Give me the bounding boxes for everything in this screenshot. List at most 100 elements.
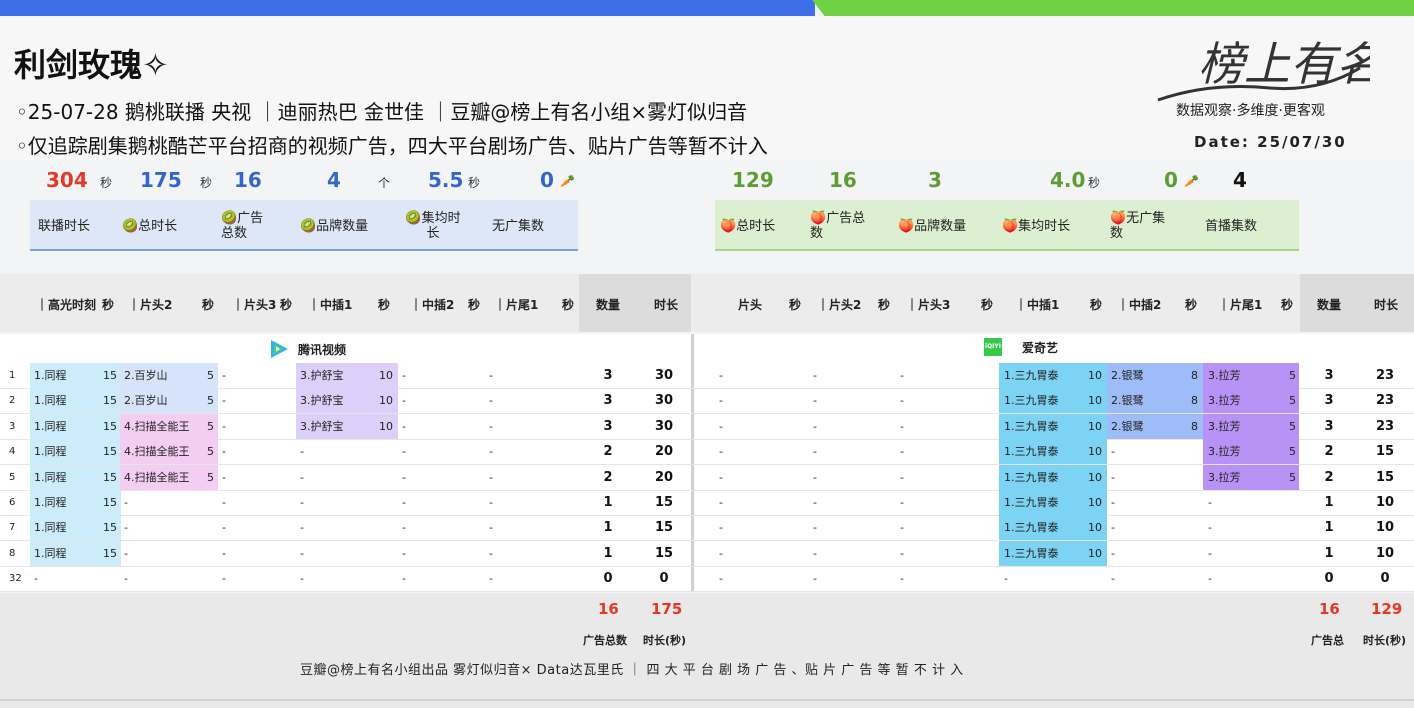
label-ad-total-right: 🍑广告总数 [810, 211, 866, 241]
ad-brand: - [402, 496, 406, 509]
ad-brand: - [489, 521, 493, 535]
column-header-right: ｜中插2 [1117, 298, 1162, 312]
row-total-left: 30 [654, 393, 674, 409]
column-header-left: ｜中插1 [308, 298, 353, 312]
top-accent-bar-green [812, 0, 1414, 16]
ad-seconds: 10 [379, 419, 393, 433]
ad-brand: - [489, 445, 493, 459]
ad-seconds: 5 [1289, 419, 1296, 433]
ad-seconds: 5 [207, 470, 214, 484]
episode-number: 5 [9, 471, 16, 483]
ad-brand: 3.拉芳 [1208, 419, 1241, 433]
page-title: 利剑玫瑰✧ [14, 46, 169, 84]
ad-brand: 1.同程 [34, 445, 67, 459]
row-ad-count-right: 3 [1324, 393, 1334, 409]
ad-brand: - [1111, 445, 1115, 459]
platform-iqiyi: iQIYI 爱奇艺 [984, 338, 1058, 356]
ad-seconds: 5 [207, 419, 214, 433]
ad-seconds: 8 [1191, 419, 1198, 433]
column-header-right: 时长 [1374, 298, 1399, 312]
ad-brand: 1.三九胃泰 [1004, 394, 1059, 408]
label-total-length: 🥝总时长 [122, 219, 178, 234]
row-total-right: 10 [1375, 520, 1395, 536]
ad-brand: - [222, 546, 226, 560]
ad-brand: 1.同程 [34, 369, 67, 382]
ad-brand: 1.同程 [34, 470, 67, 484]
stat-broadcast-length: 304 [46, 168, 88, 192]
row-ad-count-left: 1 [603, 520, 613, 536]
ad-seconds: 10 [1088, 546, 1102, 560]
ad-brand: 2.银鹭 [1111, 419, 1144, 433]
ad-seconds: 10 [379, 394, 393, 408]
ad-brand: - [719, 470, 723, 484]
column-header-left: ｜高光时刻 [36, 298, 97, 312]
ad-brand: - [222, 394, 226, 408]
ad-seconds: 15 [103, 496, 117, 509]
ad-brand: - [1111, 496, 1115, 509]
episode-number: 1 [9, 370, 16, 381]
stat-ad-total: 16 [234, 168, 262, 192]
ad-seconds: 5 [207, 369, 214, 382]
ad-seconds: 15 [103, 546, 117, 560]
ad-brand: - [1208, 496, 1212, 509]
row-total-left: 20 [654, 444, 674, 460]
row-ad-count-left: 2 [603, 444, 613, 460]
column-header-right: ｜片尾1 [1218, 298, 1263, 312]
ad-seconds: 5 [1289, 369, 1296, 382]
ad-seconds: 8 [1191, 394, 1198, 408]
stat-unit: 秒 [100, 176, 113, 190]
row-total-right: 15 [1375, 469, 1395, 485]
ad-brand: - [300, 496, 304, 509]
column-header-left: ｜片头2 [128, 298, 173, 312]
ad-brand: - [300, 546, 304, 560]
ad-seconds: 5 [1289, 445, 1296, 459]
footer-left-total-label: 时长(秒) [643, 634, 687, 647]
row-divider [0, 540, 1414, 542]
ad-brand: - [900, 470, 904, 484]
label-broadcast-length: 联播时长 [38, 219, 91, 234]
ad-seconds: 10 [1088, 394, 1102, 408]
ad-brand: - [124, 572, 128, 586]
row-ad-count-left: 3 [603, 418, 613, 434]
ad-brand: - [719, 521, 723, 535]
ad-seconds: 15 [103, 369, 117, 382]
ad-seconds: 10 [1088, 496, 1102, 509]
ad-brand: - [900, 369, 904, 382]
ad-brand: - [813, 470, 817, 484]
ad-brand: - [124, 521, 128, 535]
footer-left-count-label: 广告总数 [583, 634, 627, 647]
footer-right-total-label: 时长(秒) [1363, 634, 1407, 647]
stat-ad-total-right: 16 [829, 168, 857, 192]
ad-brand: - [1208, 572, 1212, 586]
episode-number: 3 [9, 420, 16, 432]
label-avg-length: 🥝集均时长 [405, 211, 461, 241]
column-header-left: ｜片头3 [232, 298, 277, 312]
stat-total-length: 175 [140, 168, 182, 192]
stat-unit: 秒 [200, 176, 213, 190]
tencent-video-icon [271, 340, 288, 358]
carrot-icon: 🥕 [560, 174, 575, 188]
stat-brand-count: 4 [327, 168, 341, 192]
row-ad-count-left: 3 [603, 368, 613, 383]
ad-brand: - [813, 572, 817, 586]
row-ad-count-right: 2 [1324, 469, 1334, 485]
row-total-left: 30 [654, 368, 674, 383]
ad-brand: 1.同程 [34, 521, 67, 535]
ad-brand: 2.银鹭 [1111, 394, 1144, 408]
ad-brand: - [402, 445, 406, 459]
row-ad-count-right: 1 [1324, 520, 1334, 536]
ad-brand: 1.三九胃泰 [1004, 470, 1059, 484]
ad-brand: - [900, 521, 904, 535]
subtitle-broadcast-info: ◦25-07-28 鹅桃联播 央视 ｜迪丽热巴 金世佳 ｜豆瓣@榜上有名小组×雾… [16, 100, 748, 124]
ad-brand: - [489, 394, 493, 408]
ad-brand: - [1111, 572, 1115, 586]
ad-brand: 2.百岁山 [124, 369, 168, 382]
row-total-left: 30 [654, 418, 674, 434]
footer-left-ad-count: 16 [598, 600, 619, 618]
episode-number: 7 [9, 522, 16, 534]
label-avg-length-right: 🍑集均时长 [1002, 219, 1071, 234]
ad-brand: - [402, 470, 406, 484]
row-ad-count-right: 1 [1324, 495, 1334, 510]
row-ad-count-right: 0 [1324, 571, 1334, 587]
row-total-left: 15 [654, 495, 674, 510]
